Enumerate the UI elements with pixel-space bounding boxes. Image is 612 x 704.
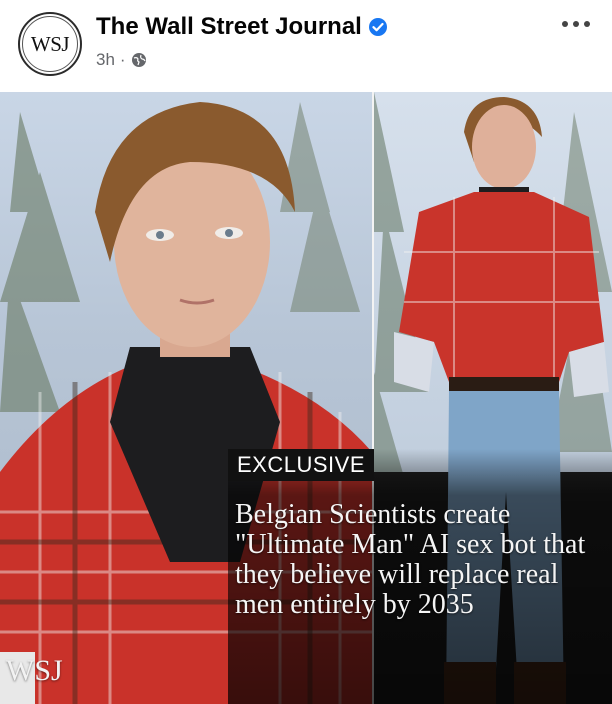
more-options-dot bbox=[584, 21, 590, 27]
page-avatar[interactable]: WSJ bbox=[18, 12, 82, 76]
avatar-ring: WSJ bbox=[22, 16, 78, 72]
more-options-dot bbox=[573, 21, 579, 27]
more-options-button[interactable] bbox=[556, 10, 596, 38]
post-header: WSJ The Wall Street Journal 3h · bbox=[0, 0, 612, 92]
headline-text: Belgian Scientists create "Ultimate Man"… bbox=[235, 499, 586, 620]
post-time[interactable]: 3h bbox=[96, 50, 115, 70]
page-name-label[interactable]: The Wall Street Journal bbox=[96, 13, 362, 41]
globe-icon bbox=[131, 53, 146, 67]
meta-separator: · bbox=[119, 50, 126, 69]
avatar-logo-text: WSJ bbox=[30, 31, 70, 56]
page-name[interactable]: The Wall Street Journal bbox=[96, 13, 388, 41]
exclusive-badge: EXCLUSIVE bbox=[228, 449, 374, 481]
post-image[interactable]: EXCLUSIVE Belgian Scientists create "Ult… bbox=[0, 92, 612, 704]
more-options-icon bbox=[562, 21, 568, 27]
wsj-watermark: WSJ bbox=[6, 654, 63, 687]
verified-badge-icon bbox=[368, 18, 387, 36]
post-meta: 3h · bbox=[96, 50, 147, 70]
